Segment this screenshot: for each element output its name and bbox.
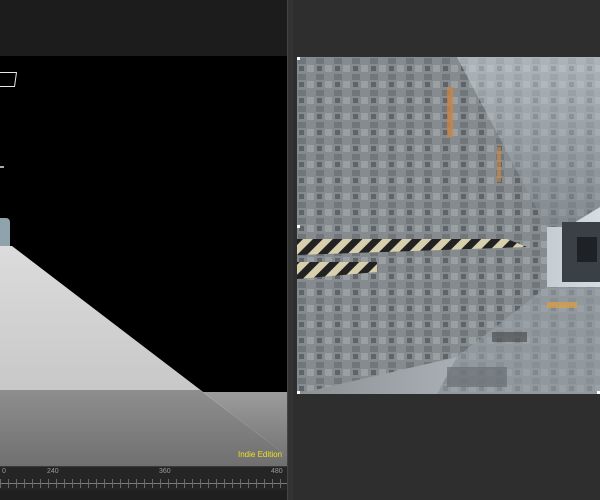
crop-handle-icon[interactable] <box>297 391 300 394</box>
camera-frustum-icon[interactable] <box>0 72 18 87</box>
timeline-ruler[interactable] <box>0 479 287 488</box>
edition-watermark: Indie Edition <box>238 450 283 459</box>
render-image[interactable] <box>297 57 600 394</box>
sci-fi-corridor-render-icon <box>297 57 600 394</box>
render-view-pane <box>293 0 600 500</box>
scene-viewport[interactable]: Indie Edition <box>0 0 287 466</box>
timeline-bar[interactable]: 0 240 360 480 <box>0 466 287 491</box>
crop-handle-icon[interactable] <box>297 225 300 228</box>
scene-object[interactable] <box>0 218 10 246</box>
viewport-toolbar <box>0 0 287 56</box>
timeline-label: 360 <box>159 468 171 475</box>
timeline-label: 0 <box>2 468 6 475</box>
crop-handle-icon[interactable] <box>297 57 300 60</box>
timeline-label: 480 <box>271 468 283 475</box>
handle-marker <box>0 166 4 168</box>
timeline-label: 240 <box>47 468 59 475</box>
playback-bar <box>0 490 287 500</box>
